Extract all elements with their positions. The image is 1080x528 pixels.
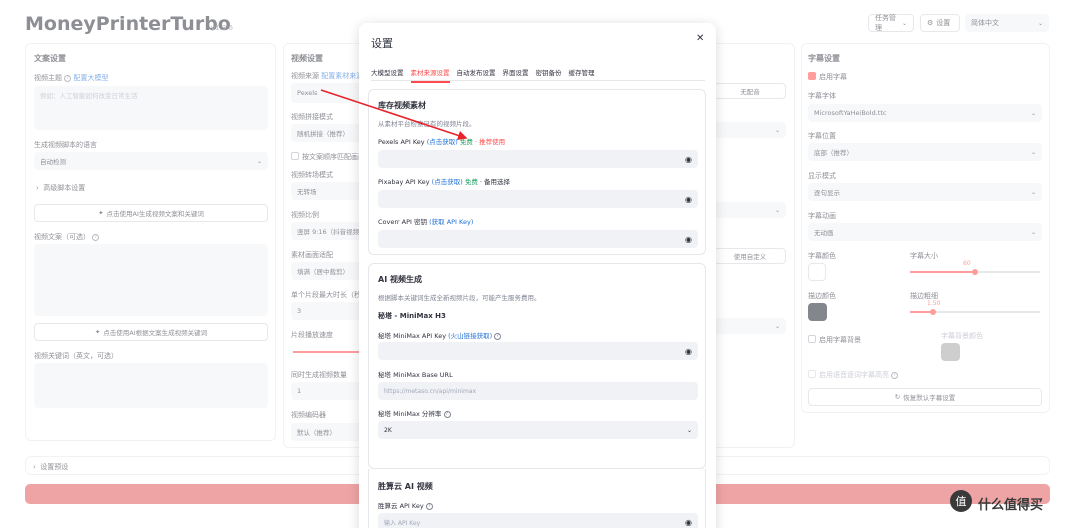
watermark-logo-icon: 值 bbox=[950, 490, 972, 512]
annotation-arrow bbox=[320, 89, 468, 141]
arrow-line bbox=[320, 89, 468, 141]
watermark-text: 什么值得买 bbox=[978, 498, 1044, 513]
